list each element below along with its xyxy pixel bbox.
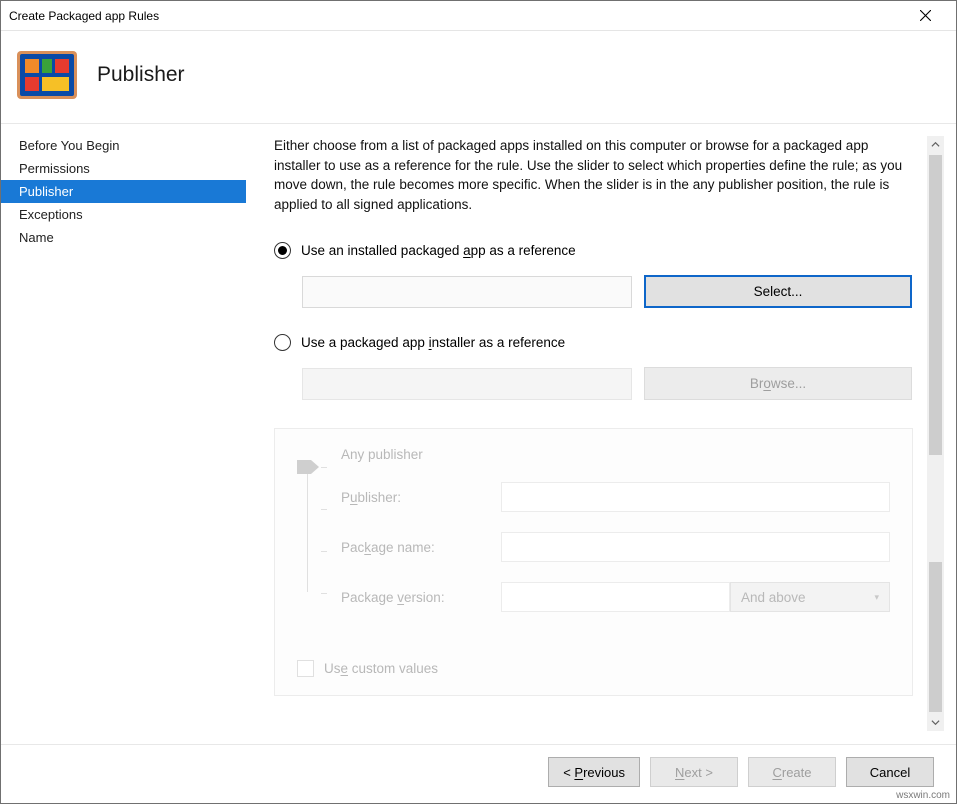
package-version-label: Package version: xyxy=(341,590,501,605)
applocker-icon xyxy=(15,43,79,107)
close-button[interactable] xyxy=(903,2,948,30)
select-button[interactable]: Select... xyxy=(644,275,912,308)
wizard-footer: < Previous Next > Create Cancel xyxy=(1,744,956,787)
cancel-button[interactable]: Cancel xyxy=(846,757,934,787)
intro-text: Either choose from a list of packaged ap… xyxy=(274,136,913,214)
step-publisher[interactable]: Publisher xyxy=(1,180,246,203)
create-button: Create xyxy=(748,757,836,787)
page-heading: Publisher xyxy=(97,63,185,87)
wizard-window: Create Packaged app Rules Publisher Befo… xyxy=(0,0,957,804)
use-custom-values-label: Use custom values xyxy=(324,661,438,676)
watermark: wsxwin.com xyxy=(896,790,950,801)
radio-installed-app[interactable] xyxy=(274,242,291,259)
package-name-input xyxy=(501,532,890,562)
use-custom-values-checkbox xyxy=(297,660,314,677)
wizard-steps: Before You Begin Permissions Publisher E… xyxy=(1,124,246,731)
radio-installer[interactable] xyxy=(274,334,291,351)
scrollbar-thumb[interactable] xyxy=(929,562,942,712)
scope-slider xyxy=(297,460,341,600)
browse-button: Browse... xyxy=(644,367,912,400)
scrollbar-thumb[interactable] xyxy=(929,155,942,455)
version-mode-select: And above ▾ xyxy=(730,582,890,612)
use-custom-values-row: Use custom values xyxy=(297,660,890,677)
wizard-header: Publisher xyxy=(1,31,956,123)
installed-app-reference-input[interactable] xyxy=(302,276,632,308)
scroll-down-icon[interactable] xyxy=(927,714,944,731)
step-exceptions[interactable]: Exceptions xyxy=(1,203,246,226)
chevron-down-icon: ▾ xyxy=(874,592,879,603)
close-icon xyxy=(920,10,931,21)
previous-button[interactable]: < Previous xyxy=(548,757,640,787)
publisher-label: Publisher: xyxy=(341,490,501,505)
scroll-up-icon[interactable] xyxy=(927,136,944,153)
next-button: Next > xyxy=(650,757,738,787)
window-title: Create Packaged app Rules xyxy=(9,9,903,23)
step-name[interactable]: Name xyxy=(1,226,246,249)
option-installer-label: Use a packaged app installer as a refere… xyxy=(301,335,565,350)
option-installed-app-label: Use an installed packaged app as a refer… xyxy=(301,243,576,258)
any-publisher-label: Any publisher xyxy=(341,447,501,462)
content-scrollbar[interactable] xyxy=(927,136,944,731)
slider-thumb-icon xyxy=(297,460,319,474)
option-installed-app[interactable]: Use an installed packaged app as a refer… xyxy=(274,242,913,259)
package-name-label: Package name: xyxy=(341,540,501,555)
option-installer[interactable]: Use a packaged app installer as a refere… xyxy=(274,334,913,351)
content-area: Either choose from a list of packaged ap… xyxy=(246,124,956,731)
wizard-body: Before You Begin Permissions Publisher E… xyxy=(1,123,956,731)
publisher-input xyxy=(501,482,890,512)
rule-scope-detail: Any publisher Publisher: Package name: P… xyxy=(274,428,913,696)
step-before-you-begin[interactable]: Before You Begin xyxy=(1,134,246,157)
package-version-input xyxy=(501,582,730,612)
titlebar: Create Packaged app Rules xyxy=(1,1,956,31)
installer-reference-input xyxy=(302,368,632,400)
step-permissions[interactable]: Permissions xyxy=(1,157,246,180)
